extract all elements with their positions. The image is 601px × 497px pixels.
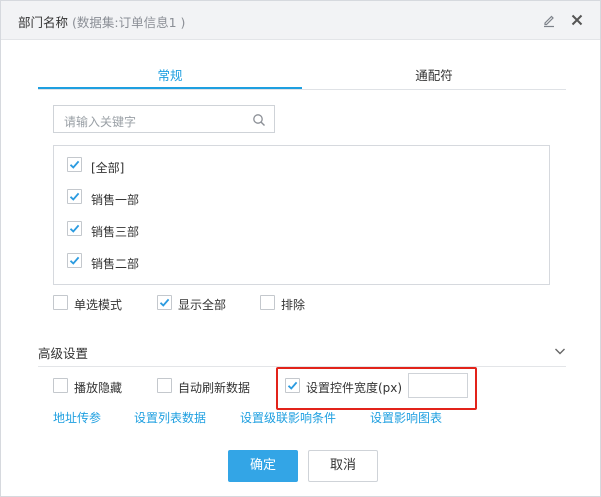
tab-bar: 常规 通配符 bbox=[38, 63, 566, 90]
link-set-cascade[interactable]: 设置级联影响条件 bbox=[240, 409, 336, 426]
checkbox-sales-2[interactable] bbox=[67, 253, 82, 268]
checkbox-show-all[interactable] bbox=[157, 295, 172, 310]
tab-wildcard[interactable]: 通配符 bbox=[302, 65, 566, 87]
cancel-button[interactable]: 取消 bbox=[308, 450, 378, 482]
checkbox-single-select[interactable] bbox=[53, 295, 68, 310]
dialog-titlebar: 部门名称 (数据集:订单信息1 ) bbox=[1, 1, 600, 40]
search-icon[interactable] bbox=[252, 113, 266, 127]
close-icon[interactable] bbox=[569, 12, 585, 28]
dialog-title: 部门名称 (数据集:订单信息1 ) bbox=[18, 12, 185, 31]
option-label: 单选模式 bbox=[74, 298, 123, 312]
checkbox-auto-refresh[interactable] bbox=[157, 378, 172, 393]
value-list: [全部] 销售一部 销售三部 销售二部 bbox=[53, 145, 550, 285]
link-set-list-data[interactable]: 设置列表数据 bbox=[134, 409, 206, 426]
option-label: 播放隐藏 bbox=[74, 381, 123, 395]
list-item-label: [全部] bbox=[91, 161, 125, 175]
ok-button[interactable]: 确定 bbox=[228, 450, 298, 482]
search-placeholder: 请输入关键字 bbox=[64, 115, 137, 129]
chevron-down-icon[interactable] bbox=[554, 345, 566, 357]
edit-icon[interactable] bbox=[541, 12, 557, 28]
dialog-title-text: 部门名称 bbox=[18, 15, 69, 30]
option-label: 排除 bbox=[281, 298, 306, 312]
option-label: 自动刷新数据 bbox=[178, 381, 251, 395]
link-set-affect-chart[interactable]: 设置影响图表 bbox=[370, 409, 442, 426]
advanced-settings-title: 高级设置 bbox=[38, 346, 89, 361]
checkbox-sales-3[interactable] bbox=[67, 221, 82, 236]
list-item-label: 销售一部 bbox=[91, 193, 140, 207]
highlight-box bbox=[276, 367, 477, 410]
checkbox-exclude[interactable] bbox=[260, 295, 275, 310]
dialog-subtitle: (数据集:订单信息1 ) bbox=[72, 15, 186, 30]
list-item-label: 销售二部 bbox=[91, 257, 140, 271]
tab-general[interactable]: 常规 bbox=[38, 65, 302, 89]
link-address-pass[interactable]: 地址传参 bbox=[53, 409, 101, 426]
list-item-label: 销售三部 bbox=[91, 225, 140, 239]
checkbox-all[interactable] bbox=[67, 157, 82, 172]
checkbox-sales-1[interactable] bbox=[67, 189, 82, 204]
search-input[interactable]: 请输入关键字 bbox=[53, 105, 275, 133]
dialog: 部门名称 (数据集:订单信息1 ) 常规 通配符 请输入关键字 [全部] 销售一… bbox=[0, 0, 601, 497]
checkbox-hide-on-play[interactable] bbox=[53, 378, 68, 393]
option-label: 显示全部 bbox=[178, 298, 227, 312]
